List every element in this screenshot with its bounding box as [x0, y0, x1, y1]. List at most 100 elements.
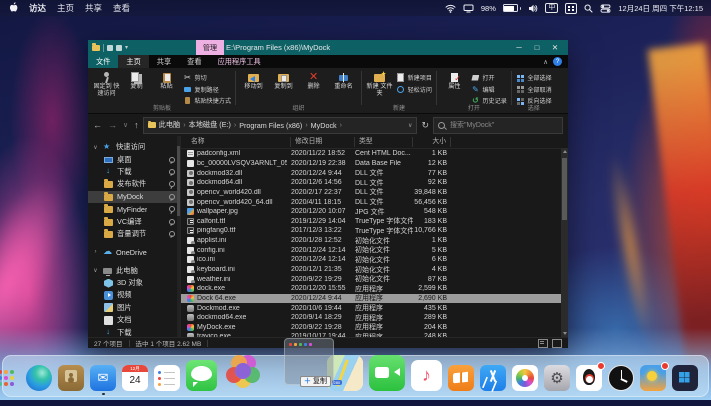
- file-row-15[interactable]: Dock 64.exe 2020/12/24 9:44 应用程序 2,690 KB: [181, 293, 568, 304]
- address-dropdown-icon[interactable]: ∨: [408, 122, 412, 129]
- apple-logo-icon[interactable]: [8, 2, 18, 14]
- sidebar-item-0-4[interactable]: MyFinder: [88, 203, 180, 215]
- sidebar-item-0-5[interactable]: VC编译: [88, 215, 180, 227]
- file-row-13[interactable]: weather.ini 2020/9/22 19:29 初始化文件 87 KB: [181, 274, 568, 284]
- ribbon-small-button-0-0[interactable]: 剪切: [183, 73, 231, 82]
- dock-windows-icon[interactable]: [672, 365, 698, 391]
- ribbon-tab-1[interactable]: 主页: [118, 55, 149, 68]
- dock-photos-bubbles-icon[interactable]: [223, 351, 263, 391]
- file-row-17[interactable]: dockmod64.exe 2020/9/14 18:29 应用程序 289 KB: [181, 313, 568, 323]
- scroll-thumb[interactable]: [562, 158, 567, 220]
- menu-bar-item-2[interactable]: 共享: [85, 2, 102, 14]
- sidebar-section-2[interactable]: ∨ 此电脑: [88, 265, 180, 277]
- control-center-icon[interactable]: [600, 4, 611, 13]
- close-button[interactable]: ✕: [546, 40, 564, 55]
- file-row-16[interactable]: Dockmod.exe 2020/10/6 19:44 应用程序 435 KB: [181, 303, 568, 313]
- display-mirroring-icon[interactable]: [463, 4, 474, 13]
- file-row-0[interactable]: padconfig.xml 2020/11/22 18:52 Cent HTML D…: [181, 149, 568, 159]
- qat-button-2[interactable]: [116, 44, 122, 51]
- dock-music-icon[interactable]: [411, 360, 442, 391]
- dock-app-store-icon[interactable]: [480, 365, 506, 391]
- file-row-6[interactable]: wallpaper.jpg 2020/12/20 10:07 JPG 文件 548 K…: [181, 207, 568, 217]
- breadcrumb-segment-1[interactable]: 本地磁盘 (E:): [189, 120, 231, 130]
- file-row-9[interactable]: applist.ini 2020/1/28 12:52 初始化文件 1 KB: [181, 236, 568, 246]
- ribbon-tab-0[interactable]: 文件: [88, 55, 119, 68]
- search-input[interactable]: [448, 120, 558, 130]
- menu-bar-item-0[interactable]: 访达: [29, 2, 46, 14]
- dock-photos-icon[interactable]: [512, 365, 538, 391]
- file-row-3[interactable]: dockmod64.dll 2020/12/6 14:56 DLL 文件 92 KB: [181, 178, 568, 188]
- breadcrumb-segment-3[interactable]: MyDock: [311, 121, 337, 130]
- file-row-4[interactable]: opencv_world420.dll 2020/2/17 22:37 DLL 文件…: [181, 188, 568, 198]
- collapse-ribbon-icon[interactable]: ∧: [543, 58, 548, 66]
- file-row-10[interactable]: config.ini 2020/12/24 12:14 初始化文件 5 KB: [181, 245, 568, 255]
- sidebar-item-0-1[interactable]: 下载: [88, 166, 180, 178]
- sidebar-item-2-1[interactable]: 视频: [88, 289, 180, 301]
- ribbon-small-button-4-0[interactable]: 全部选择: [516, 73, 552, 82]
- ribbon-tab-3[interactable]: 查看: [179, 55, 209, 68]
- chevron-down-icon[interactable]: ∨: [92, 144, 99, 151]
- dock-books-icon[interactable]: [448, 365, 474, 391]
- sidebar-item-0-6[interactable]: 音量调节: [88, 228, 180, 240]
- ribbon-tab-2[interactable]: 共享: [149, 55, 179, 68]
- volume-icon[interactable]: [528, 4, 538, 13]
- dock-facetime-icon[interactable]: [369, 355, 405, 391]
- menu-bar-datetime[interactable]: 12月24日 周四 下午12:15: [618, 3, 703, 14]
- scroll-down-icon[interactable]: [562, 332, 567, 335]
- manage-contextual-tab[interactable]: 管理: [196, 40, 224, 55]
- qat-button-1[interactable]: [107, 44, 113, 51]
- list-scrollbar[interactable]: [561, 148, 568, 337]
- breadcrumb-segment-0[interactable]: 此电脑: [159, 120, 181, 130]
- back-button[interactable]: ←: [93, 120, 102, 130]
- minimize-button[interactable]: ─: [510, 40, 528, 55]
- ribbon-big-button-3-0[interactable]: 属性: [441, 71, 468, 91]
- ribbon-big-button-0-0[interactable]: 固定到 快速访问: [93, 71, 120, 98]
- ribbon-big-button-0-1[interactable]: 复制: [123, 71, 150, 91]
- ribbon-small-button-3-1[interactable]: 编辑: [471, 85, 507, 94]
- sidebar-item-0-3[interactable]: MyDock: [88, 190, 180, 203]
- details-view-icon[interactable]: [538, 338, 548, 348]
- help-icon[interactable]: ?: [553, 57, 562, 66]
- breadcrumb-segment-2[interactable]: Program Files (x86): [239, 121, 302, 130]
- file-row-2[interactable]: dockmod32.dll 2020/12/24 9:44 DLL 文件 77 KB: [181, 168, 568, 178]
- search-box[interactable]: [433, 116, 563, 134]
- recent-locations-icon[interactable]: ∨: [123, 121, 128, 129]
- dock-qq-icon[interactable]: [576, 362, 605, 391]
- dock-mail-icon[interactable]: [90, 365, 116, 395]
- file-row-19[interactable]: trayico.exe2019/10/17 19:44应用程序248 KB: [181, 332, 568, 337]
- chevron-down-icon[interactable]: ∨: [92, 267, 99, 274]
- dock-clock-icon[interactable]: [608, 365, 634, 391]
- qat-dropdown-icon[interactable]: ▾: [125, 44, 128, 51]
- menu-bar-item-3[interactable]: 查看: [113, 2, 130, 14]
- breadcrumb[interactable]: 此电脑 › 本地磁盘 (E:) › Program Files (x86) › MyDock…: [142, 116, 418, 134]
- maximize-button[interactable]: □: [528, 40, 546, 55]
- file-row-8[interactable]: pingfang0.ttf 2017/12/3 13:22 TrueType 字体文…: [181, 226, 568, 236]
- wifi-icon[interactable]: [445, 4, 456, 13]
- dock-system-preferences-icon[interactable]: [544, 365, 570, 391]
- menu-bar-item-1[interactable]: 主页: [57, 2, 74, 14]
- title-bar[interactable]: ▾ 管理 E:\Program Files (x86)\MyDock ─ □ ✕: [88, 40, 568, 55]
- sidebar-item-2-0[interactable]: 3D 对象: [88, 277, 180, 289]
- sidebar-item-2-4[interactable]: 下载: [88, 326, 180, 337]
- ribbon-small-button-2-0[interactable]: 新建项目: [396, 73, 432, 82]
- sidebar-item-0-2[interactable]: 发布软件: [88, 178, 180, 190]
- refresh-icon[interactable]: ↻: [421, 120, 429, 131]
- sidebar-scrollbar[interactable]: [177, 136, 180, 337]
- dock-calendar-icon[interactable]: 12月 24: [122, 365, 148, 391]
- ribbon-small-button-0-1[interactable]: 复制路径: [183, 85, 231, 94]
- ribbon-big-button-1-3[interactable]: 重命名: [330, 71, 357, 91]
- file-row-1[interactable]: bc_00000LVSQV3ARNLT_05.db2020/12/19 22:3…: [181, 159, 568, 169]
- ribbon-big-button-1-1[interactable]: 复制到: [270, 71, 297, 91]
- dock-reminders-icon[interactable]: [154, 365, 180, 391]
- forward-button[interactable]: →: [108, 120, 117, 130]
- ribbon-big-button-1-2[interactable]: 删除: [300, 71, 327, 91]
- sidebar-section-1[interactable]: ›OneDrive: [88, 246, 180, 258]
- file-row-11[interactable]: ico.ini 2020/12/24 12:14 初始化文件 6 KB: [181, 255, 568, 265]
- input-method-icon[interactable]: 中: [545, 2, 559, 14]
- file-row-5[interactable]: opencv_world420_64.dll 2020/4/11 18:15 DLL…: [181, 197, 568, 207]
- dock-launchpad-icon[interactable]: [0, 365, 20, 391]
- thumbnail-view-icon[interactable]: [552, 338, 562, 348]
- dock-weather-icon[interactable]: [640, 362, 669, 391]
- sidebar-item-2-3[interactable]: 文档: [88, 314, 180, 326]
- dock-messages-icon[interactable]: [186, 360, 217, 391]
